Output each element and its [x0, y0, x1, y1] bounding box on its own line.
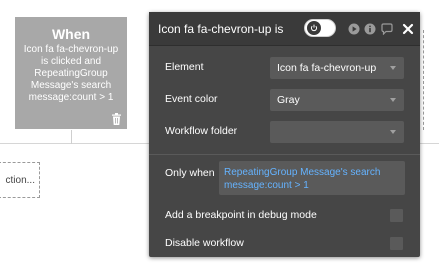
- disable-workflow-label: Disable workflow: [165, 237, 244, 249]
- power-toggle[interactable]: [304, 19, 336, 37]
- only-when-condition-field[interactable]: RepeatingGroup Message's search message:…: [219, 161, 405, 195]
- disable-workflow-checkbox[interactable]: [390, 237, 403, 250]
- panel-title: Icon fa fa-chevron-up is c: [158, 22, 284, 36]
- element-label: Element: [165, 61, 204, 73]
- breakpoint-checkbox[interactable]: [390, 209, 403, 222]
- event-color-label: Event color: [165, 93, 218, 105]
- workflow-folder-dropdown[interactable]: [270, 121, 404, 143]
- info-icon[interactable]: [364, 23, 376, 35]
- panel-header: Icon fa fa-chevron-up is c: [149, 12, 420, 46]
- only-when-label: Only when: [165, 167, 215, 179]
- workflow-folder-label: Workflow folder: [165, 125, 238, 137]
- chevron-down-icon: [390, 66, 396, 70]
- element-dropdown[interactable]: Icon fa fa-chevron-up: [270, 57, 404, 79]
- event-card-title: When: [51, 26, 91, 42]
- event-color-dropdown[interactable]: Gray: [270, 89, 404, 111]
- trash-icon[interactable]: [111, 113, 122, 125]
- event-color-value: Gray: [277, 94, 300, 106]
- workflow-properties-panel: Icon fa fa-chevron-up is c Element Icon …: [149, 12, 420, 257]
- event-card[interactable]: When Icon fa fa-chevron-up is clicked an…: [15, 17, 127, 129]
- action-placeholder-label: ction...: [5, 175, 35, 186]
- breakpoint-label: Add a breakpoint in debug mode: [165, 209, 317, 221]
- chevron-down-icon: [390, 130, 396, 134]
- close-icon[interactable]: [402, 23, 414, 35]
- power-icon: [307, 21, 321, 35]
- only-when-expression[interactable]: RepeatingGroup Message's search message:…: [224, 166, 400, 192]
- action-placeholder[interactable]: ction...: [0, 162, 40, 198]
- panel-divider: [149, 154, 420, 155]
- chevron-down-icon: [390, 98, 396, 102]
- comment-icon[interactable]: [381, 23, 393, 35]
- event-connector: [71, 130, 72, 144]
- adjacent-card-edge: [423, 30, 439, 130]
- play-icon[interactable]: [348, 23, 360, 35]
- event-card-description: Icon fa fa-chevron-up is clicked and Rep…: [23, 44, 119, 103]
- element-value: Icon fa fa-chevron-up: [277, 62, 377, 74]
